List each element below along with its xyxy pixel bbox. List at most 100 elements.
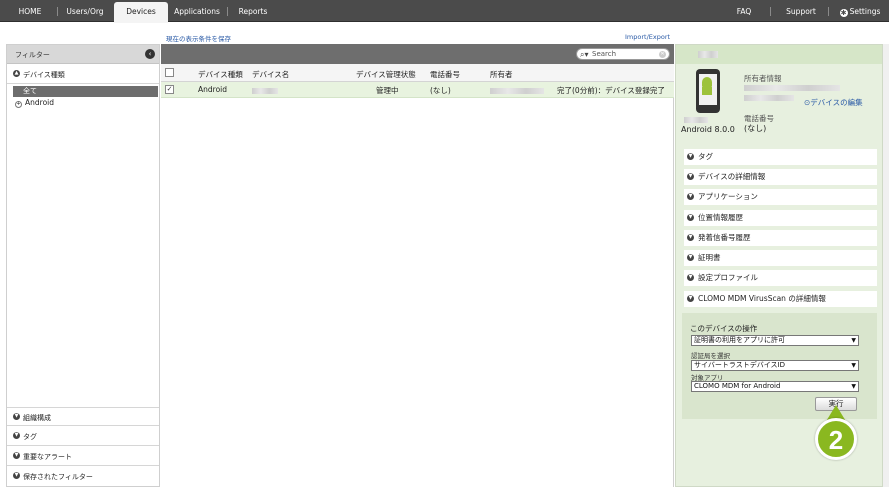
- search-input[interactable]: ⌕▾ Search ✕: [576, 48, 670, 60]
- detail-section-label: アプリケーション: [698, 192, 758, 201]
- detail-section-label: 発着信番号履歴: [698, 233, 751, 242]
- chevron-down-icon: ▼: [687, 274, 694, 281]
- owner-label: 所有者情報: [744, 74, 782, 83]
- table-toolbar: ⌕▾ Search ✕: [161, 44, 674, 64]
- filter-tree-all[interactable]: 全て: [13, 86, 158, 97]
- nav-applications[interactable]: Applications: [172, 0, 222, 22]
- cell-status: 管理中: [376, 86, 399, 95]
- filter-panel: フィルター ‹ ▲ デバイス種類 全て + Android ▼ 組織構成 ▼ タグ…: [6, 44, 160, 487]
- gear-icon: ✱: [839, 9, 848, 17]
- device-operations: このデバイスの操作 証明書の利用をアプリに許可 ▼ 認証局を選択 サイバートラスト…: [682, 313, 877, 419]
- action-select[interactable]: 証明書の利用をアプリに許可 ▼: [691, 335, 859, 346]
- filter-tree-label: Android: [25, 98, 54, 107]
- filter-section-tag[interactable]: ▼ タグ: [7, 427, 159, 446]
- clear-search-icon[interactable]: ✕: [659, 51, 666, 58]
- cert-authority-value: サイバートラストデバイスID: [694, 361, 785, 369]
- nav-users-org[interactable]: Users/Org: [62, 0, 108, 22]
- target-app-select[interactable]: CLOMO MDM for Android ▼: [691, 381, 859, 392]
- nav-separator: [57, 7, 58, 16]
- chevron-down-icon: ▼: [13, 413, 20, 420]
- nav-separator: [828, 7, 829, 16]
- nav-separator: [227, 7, 228, 16]
- detail-section-virusscan[interactable]: ▼ CLOMO MDM VirusScan の詳細情報: [684, 291, 877, 307]
- owner-value-redacted: [744, 85, 840, 91]
- cert-authority-select[interactable]: サイバートラストデバイスID ▼: [691, 360, 859, 371]
- chevron-down-icon: ▼: [851, 337, 856, 344]
- save-view-link[interactable]: 現在の表示条件を保存: [166, 33, 231, 43]
- detail-section-certs[interactable]: ▼ 証明書: [684, 250, 877, 266]
- nav-devices[interactable]: Devices: [114, 2, 168, 23]
- detail-section-tag[interactable]: ▼ タグ: [684, 149, 877, 165]
- nav-reports[interactable]: Reports: [234, 0, 272, 22]
- chevron-down-icon: ▼: [13, 472, 20, 479]
- filter-header: フィルター ‹: [7, 45, 159, 64]
- os-version: Android 8.0.0: [681, 125, 735, 134]
- scrollbar[interactable]: [883, 44, 889, 487]
- filter-section-org[interactable]: ▼ 組織構成: [7, 407, 159, 426]
- filter-section-label: 重要なアラート: [23, 453, 72, 461]
- chevron-down-icon: ▼: [851, 362, 856, 369]
- select-all-checkbox[interactable]: [165, 68, 174, 77]
- table-row[interactable]: ✓ Android 管理中 (なし) 完了(0分前)：デバイス登録完了: [161, 82, 674, 98]
- detail-section-label: 設定プロファイル: [698, 273, 758, 282]
- top-nav: HOME Users/Org Devices Applications Repo…: [0, 0, 889, 23]
- expand-icon[interactable]: +: [15, 101, 22, 108]
- cell-device-type: Android: [198, 85, 227, 94]
- filter-section-alert[interactable]: ▼ 重要なアラート: [7, 447, 159, 466]
- nav-settings-label: Settings: [849, 7, 881, 16]
- row-checkbox[interactable]: ✓: [165, 85, 174, 94]
- chevron-down-icon: ▼: [851, 383, 856, 390]
- column-header[interactable]: デバイス管理状態: [356, 69, 416, 80]
- action-select-value: 証明書の利用をアプリに許可: [694, 336, 785, 344]
- detail-section-apps[interactable]: ▼ アプリケーション: [684, 189, 877, 205]
- filter-section-label: デバイス種類: [23, 71, 65, 79]
- nav-support[interactable]: Support: [784, 0, 818, 22]
- detail-section-label: タグ: [698, 152, 713, 161]
- chevron-up-icon: ▲: [13, 70, 20, 77]
- filter-section-label: 保存されたフィルター: [23, 473, 93, 481]
- column-header[interactable]: デバイス種類: [198, 69, 243, 80]
- detail-section-label: デバイスの詳細情報: [698, 172, 766, 181]
- nav-separator: [770, 7, 771, 16]
- column-header[interactable]: 所有者: [490, 69, 513, 80]
- detail-section-label: 位置情報履歴: [698, 213, 743, 222]
- chevron-down-icon: ▼: [687, 173, 694, 180]
- edit-device-link[interactable]: ⊙デバイスの編集: [804, 97, 863, 108]
- step-badge: 2: [815, 418, 857, 460]
- detail-section-profiles[interactable]: ▼ 設定プロファイル: [684, 270, 877, 286]
- detail-section-location[interactable]: ▼ 位置情報履歴: [684, 210, 877, 226]
- cell-status-note: 完了(0分前)：デバイス登録完了: [557, 86, 665, 95]
- cell-owner-redacted: [490, 87, 544, 96]
- cell-device-name-redacted: [252, 87, 278, 96]
- detail-header: [676, 45, 882, 64]
- chevron-down-icon: ▼: [687, 193, 694, 200]
- table-header: デバイス種類 デバイス名 デバイス管理状態 電話番号 所有者: [161, 64, 674, 82]
- detail-section-calls[interactable]: ▼ 発着信番号履歴: [684, 230, 877, 246]
- column-header[interactable]: デバイス名: [252, 69, 289, 80]
- chevron-down-icon: ▼: [13, 432, 20, 439]
- column-header[interactable]: 電話番号: [430, 69, 460, 80]
- detail-section-device-info[interactable]: ▼ デバイスの詳細情報: [684, 169, 877, 185]
- nav-home[interactable]: HOME: [10, 0, 50, 22]
- nav-faq[interactable]: FAQ: [732, 0, 756, 22]
- owner-value-redacted: [744, 95, 794, 101]
- search-placeholder: Search: [592, 50, 617, 58]
- nav-settings[interactable]: ✱ Settings: [836, 0, 884, 22]
- filter-tree-android[interactable]: + Android: [15, 98, 54, 108]
- detail-section-label: CLOMO MDM VirusScan の詳細情報: [698, 294, 826, 303]
- chevron-down-icon: ▼: [687, 295, 694, 302]
- device-table: ⌕▾ Search ✕ デバイス種類 デバイス名 デバイス管理状態 電話番号 所…: [161, 44, 674, 487]
- filter-section-saved[interactable]: ▼ 保存されたフィルター: [7, 467, 159, 486]
- collapse-panel-icon[interactable]: ‹: [145, 49, 155, 59]
- chevron-down-icon: ▼: [13, 452, 20, 459]
- chevron-down-icon: ▼: [687, 254, 694, 261]
- cert-authority-label: 認証局を選択: [691, 352, 730, 360]
- device-name-redacted: [698, 51, 718, 58]
- search-icon: ⌕▾: [580, 50, 589, 59]
- import-export-link[interactable]: Import/Export: [625, 33, 670, 41]
- filter-section-device-type[interactable]: ▲ デバイス種類: [7, 65, 159, 84]
- chevron-down-icon: ▼: [687, 234, 694, 241]
- phone-value: (なし): [744, 124, 767, 133]
- filter-title: フィルター: [15, 51, 50, 59]
- android-phone-icon: [696, 69, 720, 113]
